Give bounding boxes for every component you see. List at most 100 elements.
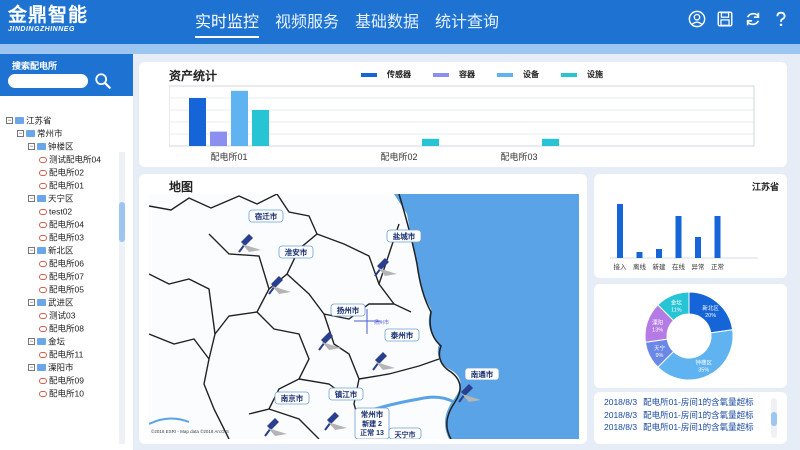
- asset-bar: [210, 131, 227, 146]
- tree-node-folder[interactable]: − 新北区: [6, 244, 118, 257]
- collapse-toggle-icon[interactable]: −: [28, 338, 35, 346]
- collapse-toggle-icon[interactable]: −: [28, 195, 35, 203]
- alert-item[interactable]: 2018/8/3 配电所01-房间1的含氧量超标: [604, 396, 754, 409]
- sidebar-scrollbar[interactable]: [119, 152, 125, 444]
- collapse-toggle-icon[interactable]: −: [28, 364, 35, 372]
- tree-node-label: 配电所08: [49, 323, 84, 334]
- collapse-toggle-icon[interactable]: −: [28, 143, 35, 151]
- tree-node-station[interactable]: 配电所10: [6, 387, 118, 400]
- tree-node-station[interactable]: 配电所11: [6, 348, 118, 361]
- tree-node-station[interactable]: 配电所02: [6, 166, 118, 179]
- tree-node-station[interactable]: 配电所07: [6, 270, 118, 283]
- tree-node-folder[interactable]: − 天宁区: [6, 192, 118, 205]
- map-sublabel-normal: 正常 13: [360, 428, 384, 437]
- tree-node-station[interactable]: 配电所03: [6, 231, 118, 244]
- legend-label-device: 设备: [523, 70, 539, 79]
- alert-scrollbar[interactable]: [771, 398, 777, 438]
- nav-basic-data[interactable]: 基础数据: [355, 8, 419, 38]
- map-label-changzhou: 常州市: [361, 409, 384, 419]
- refresh-icon[interactable]: [744, 10, 762, 28]
- tree-node-label: 溧阳市: [48, 362, 74, 373]
- nav-statistics-query[interactable]: 统计查询: [435, 8, 499, 38]
- tree-node-label: 武进区: [48, 297, 74, 308]
- tree-node-folder[interactable]: − 武进区: [6, 296, 118, 309]
- status-category-label: 接入: [614, 262, 628, 271]
- save-icon[interactable]: [716, 10, 734, 28]
- tree-node-station[interactable]: 测试配电所04: [6, 153, 118, 166]
- alert-item[interactable]: 2018/8/3 配电所01-房间1的含氧量超标: [604, 421, 754, 434]
- tree-node-label: 配电所02: [49, 167, 84, 178]
- status-bar: [617, 204, 623, 258]
- folder-icon: [37, 299, 46, 307]
- search-icon[interactable]: [94, 72, 112, 90]
- station-tree: − 江苏省 − 常州市 − 钟楼区 测试配电所04 配电所02 配电所01− 天宁区 test02 配…: [6, 114, 118, 400]
- folder-icon: [37, 143, 46, 151]
- tree-node-label: 新北区: [48, 245, 74, 256]
- tree-node-folder[interactable]: − 常州市: [6, 127, 118, 140]
- collapse-toggle-icon[interactable]: −: [17, 130, 24, 138]
- map-label-suqian: 宿迁市: [255, 211, 278, 221]
- tree-node-folder[interactable]: − 江苏省: [6, 114, 118, 127]
- user-icon[interactable]: [688, 10, 706, 28]
- status-bar: [695, 237, 701, 258]
- tree-node-folder[interactable]: − 钟楼区: [6, 140, 118, 153]
- alert-item[interactable]: 2018/8/3 配电所01-房间1的含氧量超标: [604, 409, 754, 422]
- logo: 金鼎智能 JINDINGZHINNEG: [8, 5, 88, 33]
- collapse-toggle-icon[interactable]: −: [6, 117, 13, 125]
- tree-node-label: 配电所05: [49, 284, 84, 295]
- status-category-label: 异常: [692, 262, 705, 271]
- search-input[interactable]: [8, 74, 88, 88]
- help-icon[interactable]: [772, 10, 790, 28]
- tree-node-label: 金坛: [48, 336, 66, 347]
- nav-video-service[interactable]: 视频服务: [275, 8, 339, 38]
- collapse-toggle-icon[interactable]: −: [28, 299, 35, 307]
- tree-node-station[interactable]: 配电所04: [6, 218, 118, 231]
- status-bar: [656, 249, 662, 258]
- tree-node-station[interactable]: 配电所01: [6, 179, 118, 192]
- map-label-yancheng: 盐城市: [393, 231, 416, 241]
- tree-node-station[interactable]: test02: [6, 205, 118, 218]
- tree-node-label: 测试03: [49, 310, 76, 321]
- map-hover-label: 扬州市: [374, 319, 389, 326]
- map-canvas[interactable]: 宿迁市 淮安市 盐城市 扬州市 泰州市 南京市 镇江市 南通市 常州市 新建 2…: [149, 194, 579, 439]
- tree-node-folder[interactable]: − 溧阳市: [6, 361, 118, 374]
- district-donut-chart: 新北区 20%钟楼区 35%天宁 9%溧阳 13%金坛 11%: [644, 291, 734, 381]
- station-icon: [39, 156, 47, 163]
- tree-node-label: 配电所11: [49, 349, 84, 360]
- map-label-yangzhou: 扬州市: [337, 305, 360, 315]
- tree-node-folder[interactable]: − 金坛: [6, 335, 118, 348]
- sidebar-scrollbar-thumb[interactable]: [119, 202, 125, 242]
- status-category-label: 在线: [672, 262, 686, 271]
- station-icon: [39, 169, 47, 176]
- folder-icon: [26, 130, 35, 138]
- asset-legend: 传感器 容器 设备 设施: [361, 69, 603, 80]
- station-icon: [39, 273, 47, 280]
- legend-label-sensor: 传感器: [387, 70, 411, 79]
- alert-list: 2018/8/3 配电所01-房间1的含氧量超标 2018/8/3 配电所01-房间…: [604, 396, 754, 434]
- alert-scrollbar-thumb[interactable]: [771, 412, 777, 426]
- tree-node-label: test02: [49, 206, 73, 217]
- tree-node-station[interactable]: 配电所05: [6, 283, 118, 296]
- station-icon: [39, 286, 47, 293]
- station-icon: [39, 260, 47, 267]
- asset-category-label: 配电所03: [500, 151, 537, 162]
- header-actions: [688, 10, 790, 28]
- legend-item-device: 设备: [497, 69, 539, 80]
- tree-node-station[interactable]: 测试03: [6, 309, 118, 322]
- alert-date: 2018/8/3: [604, 409, 638, 420]
- station-icon: [39, 325, 47, 332]
- donut-label: 金坛 11%: [671, 299, 683, 314]
- tree-node-station[interactable]: 配电所09: [6, 374, 118, 387]
- folder-icon: [37, 247, 46, 255]
- tree-node-label: 测试配电所04: [49, 154, 101, 165]
- legend-label-container: 容器: [459, 70, 475, 79]
- legend-swatch-sensor: [361, 72, 377, 77]
- status-bar: [636, 252, 643, 258]
- nav-realtime-monitor[interactable]: 实时监控: [195, 8, 260, 38]
- folder-icon: [37, 338, 46, 346]
- tree-node-label: 配电所01: [49, 180, 84, 191]
- tree-node-label: 配电所07: [49, 271, 84, 282]
- collapse-toggle-icon[interactable]: −: [28, 247, 35, 255]
- tree-node-station[interactable]: 配电所08: [6, 322, 118, 335]
- tree-node-station[interactable]: 配电所06: [6, 257, 118, 270]
